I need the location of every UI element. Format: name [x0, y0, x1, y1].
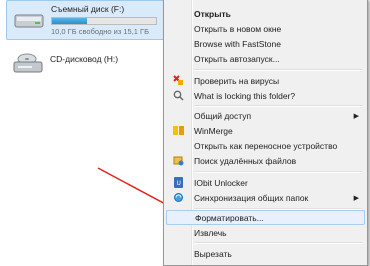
submenu-arrow-icon: ▶ — [353, 112, 359, 120]
menu-separator — [194, 242, 362, 244]
menu-item-autorun[interactable]: Открыть автозапуск... — [166, 51, 363, 66]
svg-text:U: U — [177, 180, 181, 187]
menu-item-portable[interactable]: Открыть как переносное устройство — [166, 138, 363, 153]
menu-item-format[interactable]: Форматировать... — [166, 210, 365, 225]
menu-separator — [194, 171, 362, 173]
submenu-arrow-icon: ▶ — [353, 194, 359, 202]
iobit-unlocker-icon: U — [173, 177, 184, 188]
menu-item-scan[interactable]: Проверить на вирусы — [166, 73, 363, 88]
menu-item-cut[interactable]: Вырезать — [166, 246, 363, 261]
menu-item-open-new-window[interactable]: Открыть в новом окне — [166, 21, 363, 36]
menu-item-whatlocking[interactable]: What is locking this folder? — [166, 88, 363, 103]
antivirus-icon — [173, 75, 184, 86]
menu-item-browse-faststone[interactable]: Browse with FastStone — [166, 36, 363, 51]
menu-item-eject[interactable]: Извлечь — [166, 225, 363, 240]
context-menu: Открыть Открыть в новом окне Browse with… — [163, 0, 368, 266]
menu-item-find-deleted[interactable]: Поиск удалённых файлов — [166, 153, 363, 168]
menu-item-open[interactable]: Открыть — [166, 6, 363, 21]
menu-separator — [194, 105, 362, 107]
menu-item-iobit[interactable]: U IObit Unlocker — [166, 175, 363, 190]
magnifier-icon — [173, 90, 184, 101]
menu-item-winmerge[interactable]: WinMerge — [166, 123, 363, 138]
menu-item-share[interactable]: Общий доступ ▶ — [166, 108, 363, 123]
menu-separator — [194, 69, 362, 71]
menu-item-sync[interactable]: Синхронизация общих папок ▶ — [166, 190, 363, 205]
sync-icon — [173, 192, 184, 203]
winmerge-icon — [173, 125, 184, 136]
explorer-window: Съемный диск (F:) 10,0 ГБ свободно из 15… — [0, 0, 370, 266]
recovery-icon — [173, 155, 184, 166]
